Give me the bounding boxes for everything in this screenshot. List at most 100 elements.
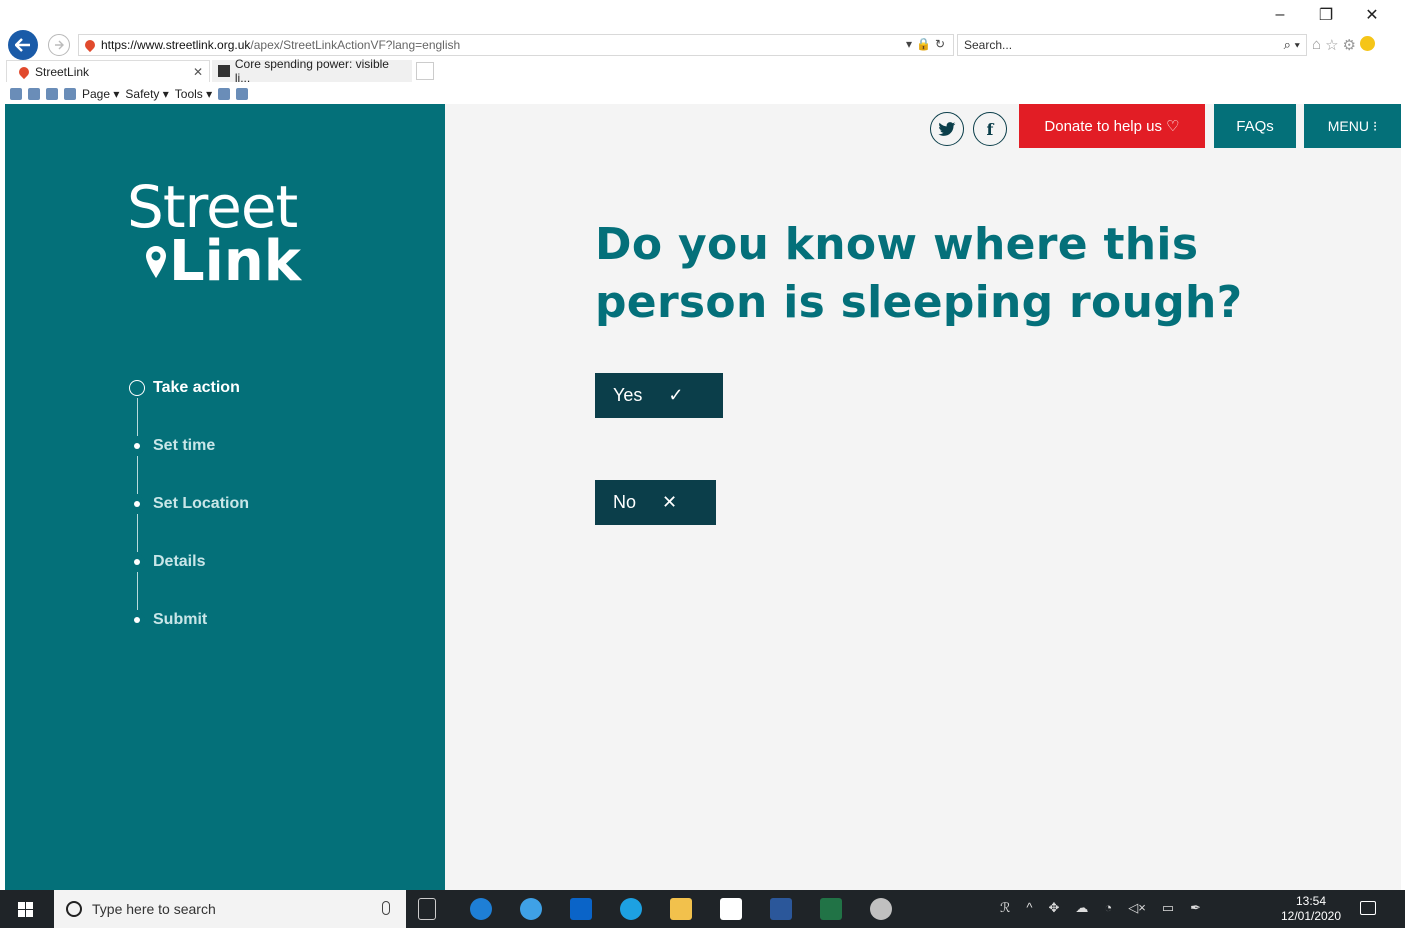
new-tab-button[interactable]: [416, 62, 434, 80]
notifications-icon[interactable]: [1360, 901, 1376, 915]
tab-core-spending-power[interactable]: Core spending power: visible li...: [212, 57, 412, 85]
dropbox-icon[interactable]: ✥: [1048, 900, 1059, 916]
close-window-button[interactable]: ✕: [1349, 2, 1395, 28]
logo-line-street: Street: [127, 173, 298, 241]
logo-link-text: Link: [169, 229, 301, 294]
taskbar-search-input[interactable]: Type here to search: [54, 890, 406, 928]
donate-button[interactable]: Donate to help us ♡: [1019, 104, 1205, 148]
microphone-icon[interactable]: [382, 901, 390, 915]
address-bar[interactable]: https://www.streetlink.org.uk/apex/Stree…: [78, 34, 954, 56]
step-marker-icon: [129, 496, 147, 514]
twitter-icon: [938, 121, 956, 136]
print-icon[interactable]: [64, 88, 76, 100]
facebook-button[interactable]: f: [973, 112, 1007, 146]
tab-streetlink[interactable]: StreetLink ✕: [6, 60, 210, 82]
step-details: Details: [129, 552, 249, 610]
browser-toolbar-icons: ⌂ ☆ ⚙: [1312, 36, 1375, 54]
back-button[interactable]: [8, 30, 38, 60]
safety-menu[interactable]: Safety ▾: [125, 87, 168, 101]
address-tools: ▾ 🔒 ↻: [906, 37, 945, 51]
windows-start-icon[interactable]: [18, 902, 33, 917]
dropdown-arrow-icon[interactable]: ▾: [906, 37, 912, 51]
no-label: No: [613, 492, 637, 512]
url-host: https://www.streetlink.org.uk: [101, 38, 251, 52]
news-tab-icon: [218, 65, 230, 77]
internet-explorer-icon[interactable]: [520, 898, 542, 920]
home-icon[interactable]: ⌂: [1312, 36, 1321, 54]
mail-icon[interactable]: [46, 88, 58, 100]
snipping-tool-icon[interactable]: [870, 898, 892, 920]
forward-button[interactable]: [48, 34, 70, 56]
home-command-icon[interactable]: [10, 88, 22, 100]
step-marker-current-icon: [129, 380, 147, 398]
feedback-smiley-icon[interactable]: [1359, 36, 1375, 51]
cross-icon: ✕: [662, 492, 678, 512]
twitter-button[interactable]: [930, 112, 964, 146]
window-controls: – ❐ ✕: [1257, 2, 1395, 28]
page-menu[interactable]: Page ▾: [82, 87, 119, 101]
taskbar-clock[interactable]: 13:54 12/01/2020: [1276, 894, 1346, 924]
browser-search-input[interactable]: Search... ⌕ ▾: [957, 34, 1307, 56]
outlook-icon[interactable]: [570, 898, 592, 920]
feeds-icon[interactable]: [28, 88, 40, 100]
no-button[interactable]: No ✕: [595, 480, 716, 525]
step-set-time: Set time: [129, 436, 249, 494]
sidebar: Street Link Take action Set time Set Loc…: [5, 104, 445, 890]
question-heading: Do you know where this person is sleepin…: [595, 219, 1243, 328]
browser-chrome: – ❐ ✕ https://www.streetlink.org.uk/apex…: [0, 0, 1405, 104]
progress-steps: Take action Set time Set Location Detail…: [129, 378, 249, 668]
people-icon[interactable]: ℛ: [1000, 900, 1010, 916]
step-label: Details: [153, 553, 206, 570]
todo-icon[interactable]: [720, 898, 742, 920]
minimize-button[interactable]: –: [1257, 2, 1303, 28]
streetlink-tab-icon: [16, 64, 32, 79]
help-icon[interactable]: [218, 88, 231, 100]
step-connector: [137, 398, 138, 436]
clock-time: 13:54: [1295, 894, 1327, 908]
battery-icon[interactable]: ▭: [1162, 900, 1174, 916]
volume-muted-icon[interactable]: ◁×: [1128, 900, 1146, 916]
menu-button[interactable]: MENU ⁝: [1304, 104, 1401, 148]
step-connector: [137, 514, 138, 552]
file-explorer-icon[interactable]: [670, 898, 692, 920]
tab-strip: StreetLink ✕ Core spending power: visibl…: [0, 57, 1405, 85]
screen: – ❐ ✕ https://www.streetlink.org.uk/apex…: [0, 0, 1405, 928]
settings-gear-icon[interactable]: ⚙: [1343, 36, 1356, 54]
onedrive-icon[interactable]: ☁: [1075, 900, 1088, 916]
yes-label: Yes: [613, 385, 643, 405]
onenote-icon[interactable]: [236, 88, 249, 100]
pen-icon[interactable]: ✒: [1190, 900, 1201, 916]
close-tab-icon[interactable]: ✕: [193, 65, 203, 79]
tools-menu[interactable]: Tools ▾: [175, 87, 212, 101]
streetlink-logo[interactable]: Street Link: [127, 178, 301, 290]
back-arrow-icon: [15, 38, 30, 52]
step-take-action: Take action: [129, 378, 249, 436]
step-label: Submit: [153, 611, 208, 628]
url-path: /apex/StreetLinkActionVF?lang=english: [250, 38, 461, 52]
step-marker-icon: [129, 438, 147, 456]
search-icon[interactable]: ⌕ ▾: [1284, 37, 1300, 53]
yes-button[interactable]: Yes ✓: [595, 373, 723, 418]
navigation-row: https://www.streetlink.org.uk/apex/Stree…: [0, 30, 1405, 60]
streetlink-favicon-icon: [82, 37, 98, 53]
refresh-icon[interactable]: ↻: [935, 37, 945, 51]
chevron-up-icon[interactable]: ^: [1026, 900, 1032, 916]
word-icon[interactable]: [770, 898, 792, 920]
favorites-star-icon[interactable]: ☆: [1325, 36, 1338, 54]
skype-icon[interactable]: [620, 898, 642, 920]
restore-button[interactable]: ❐: [1303, 2, 1349, 28]
faqs-button[interactable]: FAQs: [1214, 104, 1296, 148]
lock-icon[interactable]: 🔒: [916, 37, 931, 51]
cortana-icon: [66, 901, 82, 917]
checkmark-icon: ✓: [668, 385, 684, 405]
edge-icon[interactable]: [470, 898, 492, 920]
logo-line-link: Link: [145, 234, 301, 290]
location-pin-icon: [146, 246, 166, 278]
windows-taskbar: Type here to search ℛ ^ ✥ ☁ ◔ ◁× ▭ ✒ 13:…: [0, 890, 1405, 928]
step-marker-icon: [129, 612, 147, 630]
system-tray: ℛ ^ ✥ ☁ ◔ ◁× ▭ ✒: [1000, 900, 1201, 916]
tab-label: StreetLink: [35, 64, 90, 79]
task-view-icon[interactable]: [418, 898, 436, 920]
wifi-icon[interactable]: ◔: [1104, 900, 1112, 916]
excel-icon[interactable]: [820, 898, 842, 920]
